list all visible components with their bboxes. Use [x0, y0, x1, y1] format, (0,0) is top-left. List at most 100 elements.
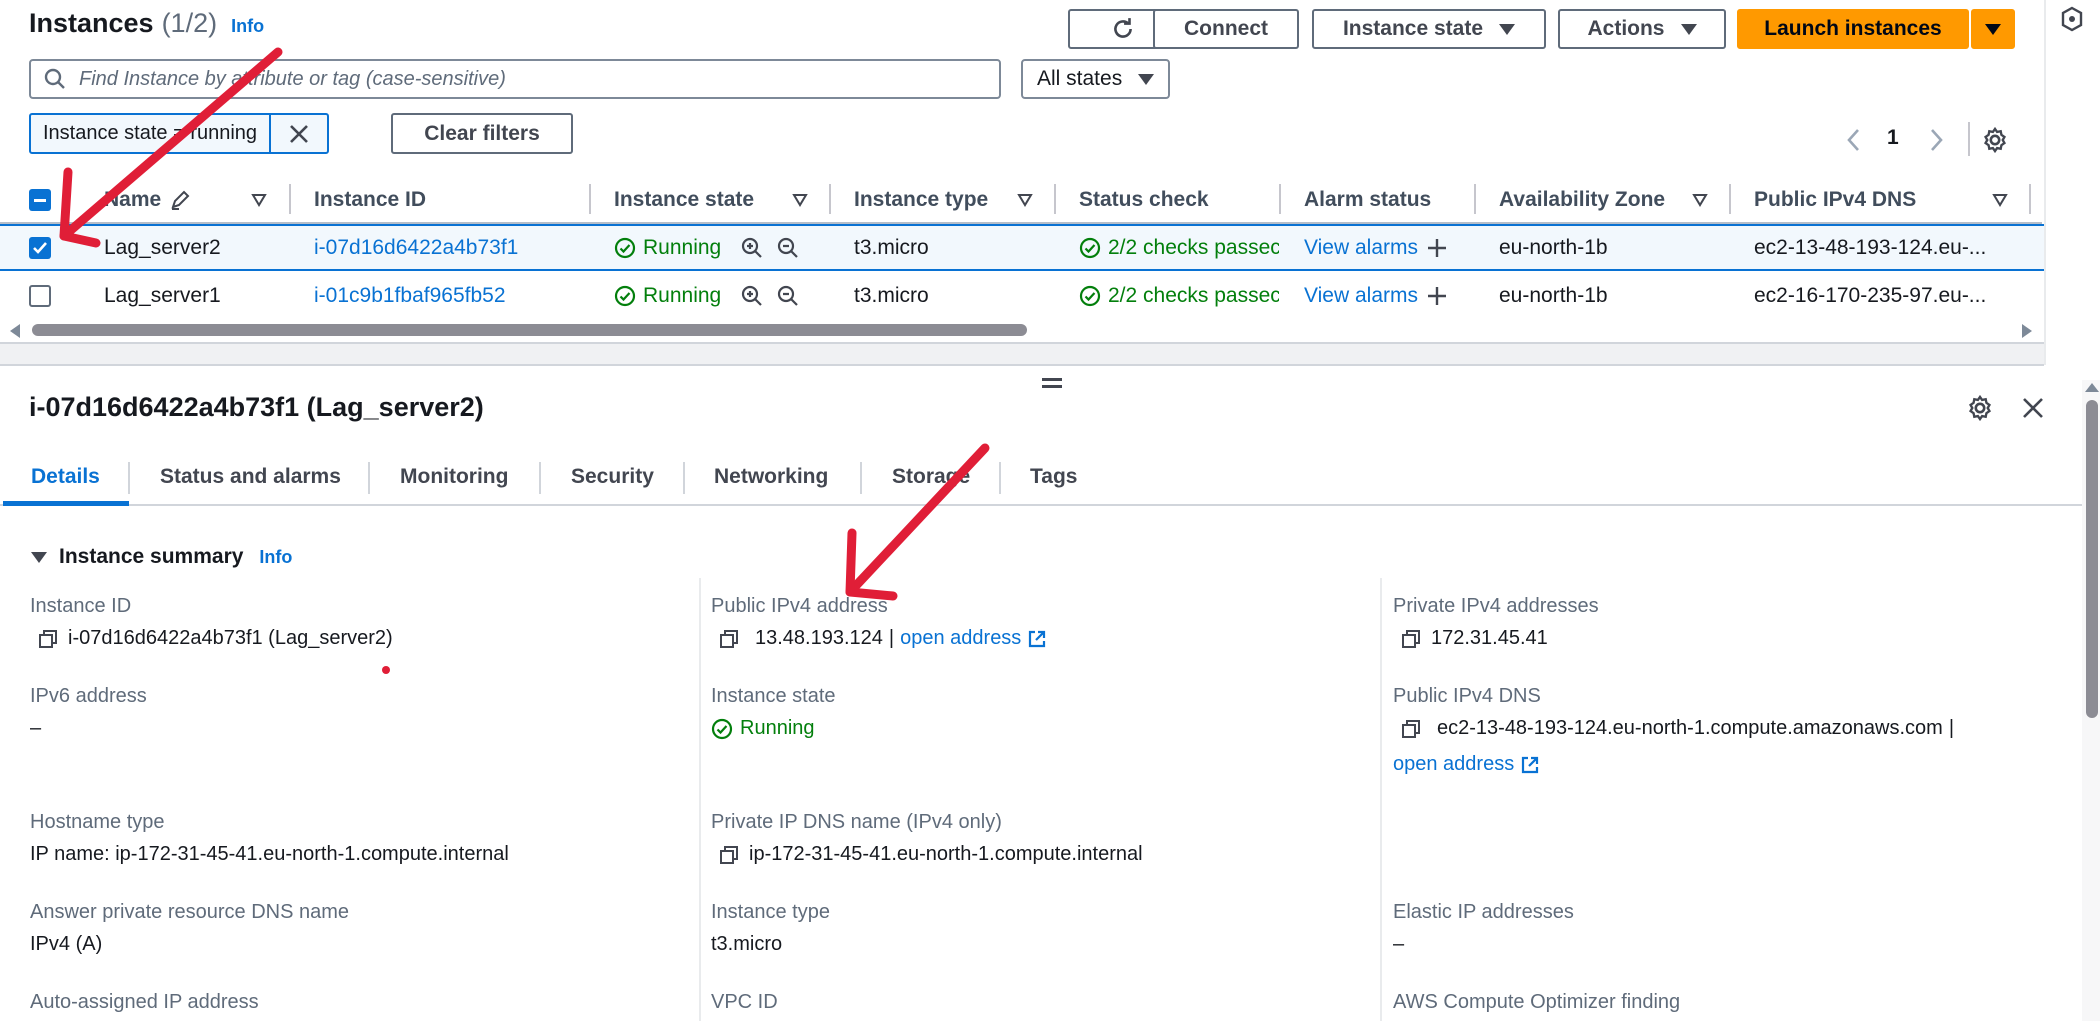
zoom-in-icon[interactable] [740, 284, 764, 308]
copy-icon[interactable] [719, 629, 739, 649]
remove-filter-button[interactable] [271, 123, 327, 145]
view-alarms-link[interactable]: View alarms [1304, 284, 1418, 308]
view-alarms-link[interactable]: View alarms [1304, 236, 1418, 260]
resize-handle-icon[interactable] [1042, 378, 1062, 388]
sort-icon[interactable] [1017, 193, 1033, 207]
alarm-status: View alarms [1304, 236, 1448, 260]
hostname-type-value: IP name: ip-172-31-45-41.eu-north-1.comp… [30, 843, 509, 865]
instance-id-value: i-07d16d6422a4b73f1 (Lag_server2) [38, 627, 393, 650]
vertical-scrollbar-thumb[interactable] [2086, 400, 2098, 718]
page-title: Instances [29, 8, 154, 38]
sort-icon[interactable] [1992, 193, 2008, 207]
actions-button[interactable]: Actions [1558, 9, 1726, 49]
copy-icon[interactable] [1401, 629, 1421, 649]
section-title: Instance summary [59, 545, 244, 568]
horizontal-scrollbar-thumb[interactable] [32, 324, 1027, 336]
status-ok-icon [711, 718, 733, 739]
info-link[interactable]: Info [259, 547, 292, 568]
row-checkbox[interactable] [29, 285, 51, 307]
chevron-right-icon[interactable] [1925, 127, 1947, 153]
tab-divider [128, 462, 130, 494]
instance-type: t3.micro [854, 284, 929, 307]
pagination-page[interactable]: 1 [1887, 126, 1899, 150]
copy-icon[interactable] [1401, 719, 1421, 739]
instance-state-label: Running [643, 284, 722, 307]
close-icon[interactable] [2021, 396, 2045, 420]
filter-token: Instance state = running [29, 113, 329, 154]
tab-tags[interactable]: Tags [1030, 465, 1077, 489]
gear-icon[interactable] [1981, 126, 2009, 154]
info-link[interactable]: Info [231, 16, 264, 37]
instance-id-link[interactable]: i-01c9b1fbaf965fb52 [314, 284, 506, 308]
column-divider [1054, 184, 1056, 214]
tab-storage[interactable]: Storage [892, 465, 970, 489]
search-input[interactable]: Find Instance by attribute or tag (case-… [29, 59, 1001, 99]
tab-divider [683, 462, 685, 494]
instance-id-label: Instance ID [30, 595, 132, 617]
state-filter-select[interactable]: All states [1021, 59, 1170, 99]
column-divider [829, 184, 831, 214]
instance-id-link[interactable]: i-07d16d6422a4b73f1 [314, 236, 518, 260]
zoom-out-icon[interactable] [776, 284, 800, 308]
instance-state-field-value: Running [711, 717, 815, 740]
scroll-up-icon[interactable] [2084, 381, 2100, 393]
plus-icon[interactable] [1426, 285, 1448, 307]
annotation-dot [382, 666, 390, 674]
tab-networking[interactable]: Networking [714, 465, 828, 489]
tab-monitoring[interactable]: Monitoring [400, 465, 508, 489]
pagination-divider [1968, 122, 1970, 156]
column-divider [1279, 184, 1281, 214]
public-dns-open-address: open address [1393, 753, 1540, 776]
table-row[interactable] [0, 224, 2044, 271]
status-check-label: 2/2 checks passec [1108, 236, 1279, 259]
gear-icon[interactable] [1966, 394, 1994, 422]
launch-instances-button[interactable]: Launch instances [1737, 9, 1969, 49]
column-header-status-check[interactable]: Status check [1079, 188, 1209, 212]
row-checkbox[interactable] [29, 237, 51, 259]
column-header-alarm-status[interactable]: Alarm status [1304, 188, 1431, 212]
external-link-icon[interactable] [1520, 755, 1540, 775]
public-dns-label: Public IPv4 DNS [1393, 685, 1541, 707]
column-header-instance-type[interactable]: Instance type [854, 188, 988, 212]
scroll-left-icon[interactable] [8, 323, 22, 339]
public-dns: ec2-16-170-235-97.eu-... [1754, 284, 1987, 307]
tab-security[interactable]: Security [571, 465, 654, 489]
sort-icon[interactable] [251, 193, 267, 207]
table-row[interactable] [0, 271, 2044, 318]
search-icon [44, 68, 65, 89]
availability-zone: eu-north-1b [1499, 284, 1608, 307]
instance-summary-header[interactable]: Instance summary Info [31, 545, 292, 569]
column-header-public-dns[interactable]: Public IPv4 DNS [1754, 188, 1916, 212]
open-address-link[interactable]: open address [1393, 753, 1514, 776]
copy-icon[interactable] [719, 845, 739, 865]
hexagon-icon[interactable] [2060, 6, 2084, 32]
zoom-out-icon[interactable] [776, 236, 800, 260]
column-header-instance-id[interactable]: Instance ID [314, 188, 426, 212]
select-all-checkbox[interactable] [29, 189, 51, 211]
zoom-in-icon[interactable] [740, 236, 764, 260]
column-header-instance-state[interactable]: Instance state [614, 188, 754, 212]
column-divider [699, 578, 701, 1021]
plus-icon[interactable] [1426, 237, 1448, 259]
tab-status-and-alarms[interactable]: Status and alarms [160, 465, 341, 489]
column-header-name[interactable]: Name [104, 188, 191, 212]
chevron-left-icon[interactable] [1843, 127, 1865, 153]
external-link-icon[interactable] [1027, 629, 1047, 649]
optimizer-label: AWS Compute Optimizer finding [1393, 991, 1681, 1013]
clear-filters-button[interactable]: Clear filters [391, 113, 573, 154]
column-header-availability-zone[interactable]: Availability Zone [1499, 188, 1665, 212]
instance-state-button[interactable]: Instance state [1312, 9, 1546, 49]
tab-details[interactable]: Details [31, 465, 100, 489]
answer-dns-label: Answer private resource DNS name [30, 901, 350, 923]
sort-icon[interactable] [792, 193, 808, 207]
connect-button[interactable]: Connect [1153, 9, 1299, 49]
sort-icon[interactable] [1692, 193, 1708, 207]
page-title-group: Instances (1/2) Info [29, 8, 264, 48]
copy-icon[interactable] [38, 629, 58, 649]
scroll-right-icon[interactable] [2020, 323, 2034, 339]
indeterminate-mark [34, 198, 46, 202]
panel-splitter [0, 342, 2044, 366]
launch-options-button[interactable] [1971, 9, 2015, 49]
open-address-link[interactable]: open address [900, 627, 1021, 650]
private-ipv4-text: 172.31.45.41 [1431, 627, 1548, 649]
